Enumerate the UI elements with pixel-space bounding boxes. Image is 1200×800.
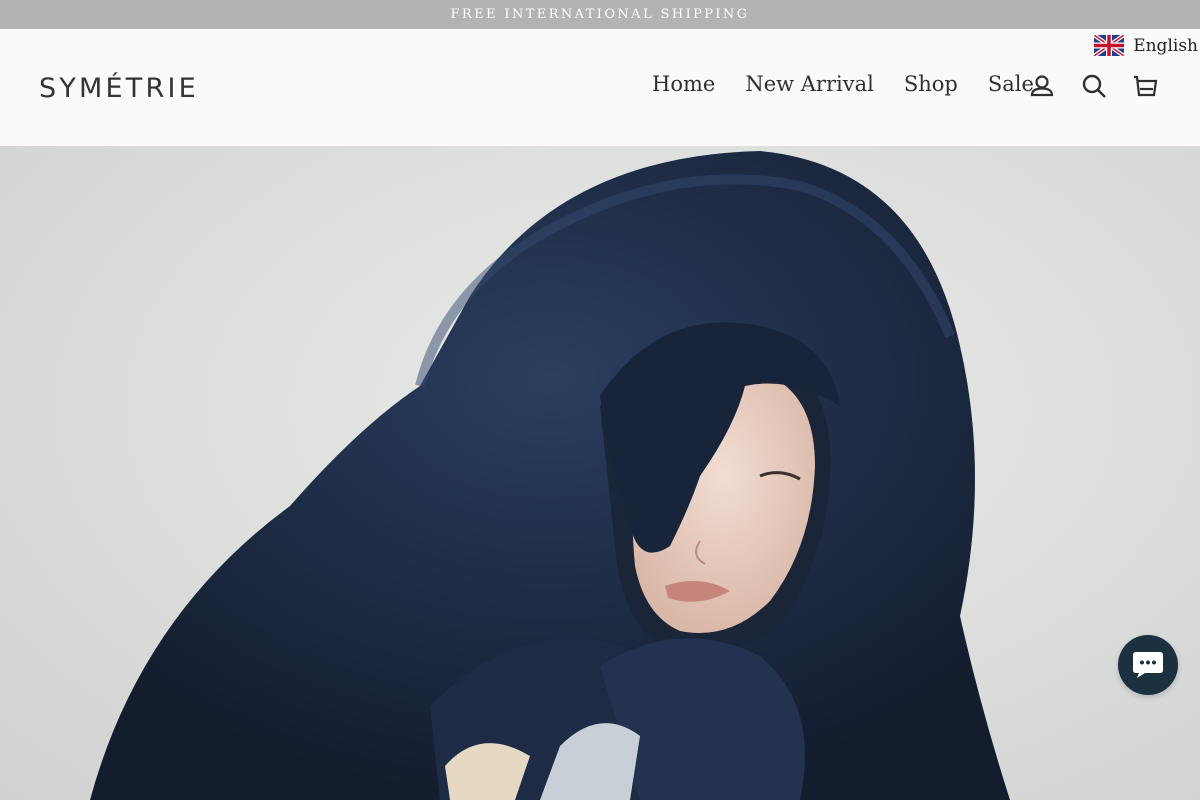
uk-flag-icon xyxy=(1094,35,1125,56)
chat-button[interactable] xyxy=(1118,635,1178,695)
announcement-text: FREE INTERNATIONAL SHIPPING xyxy=(450,7,750,22)
search-icon[interactable] xyxy=(1080,72,1108,100)
language-selector[interactable]: English xyxy=(1094,35,1198,56)
site-header: SYMÉTRIE Home New Arrival Shop Sale Engl… xyxy=(0,29,1200,146)
cart-icon[interactable] xyxy=(1131,72,1159,100)
logo[interactable]: SYMÉTRIE xyxy=(39,73,199,104)
chat-icon xyxy=(1133,652,1163,678)
language-label: English xyxy=(1133,35,1198,56)
nav-shop[interactable]: Shop xyxy=(904,72,958,96)
nav-sale[interactable]: Sale xyxy=(988,72,1034,96)
main-nav: Home New Arrival Shop Sale xyxy=(652,72,1034,96)
account-icon[interactable] xyxy=(1028,72,1056,100)
nav-home[interactable]: Home xyxy=(652,72,715,96)
hero-banner[interactable] xyxy=(0,146,1200,800)
nav-new-arrival[interactable]: New Arrival xyxy=(745,72,874,96)
hero-image xyxy=(90,151,1010,800)
announcement-bar: FREE INTERNATIONAL SHIPPING xyxy=(0,0,1200,29)
